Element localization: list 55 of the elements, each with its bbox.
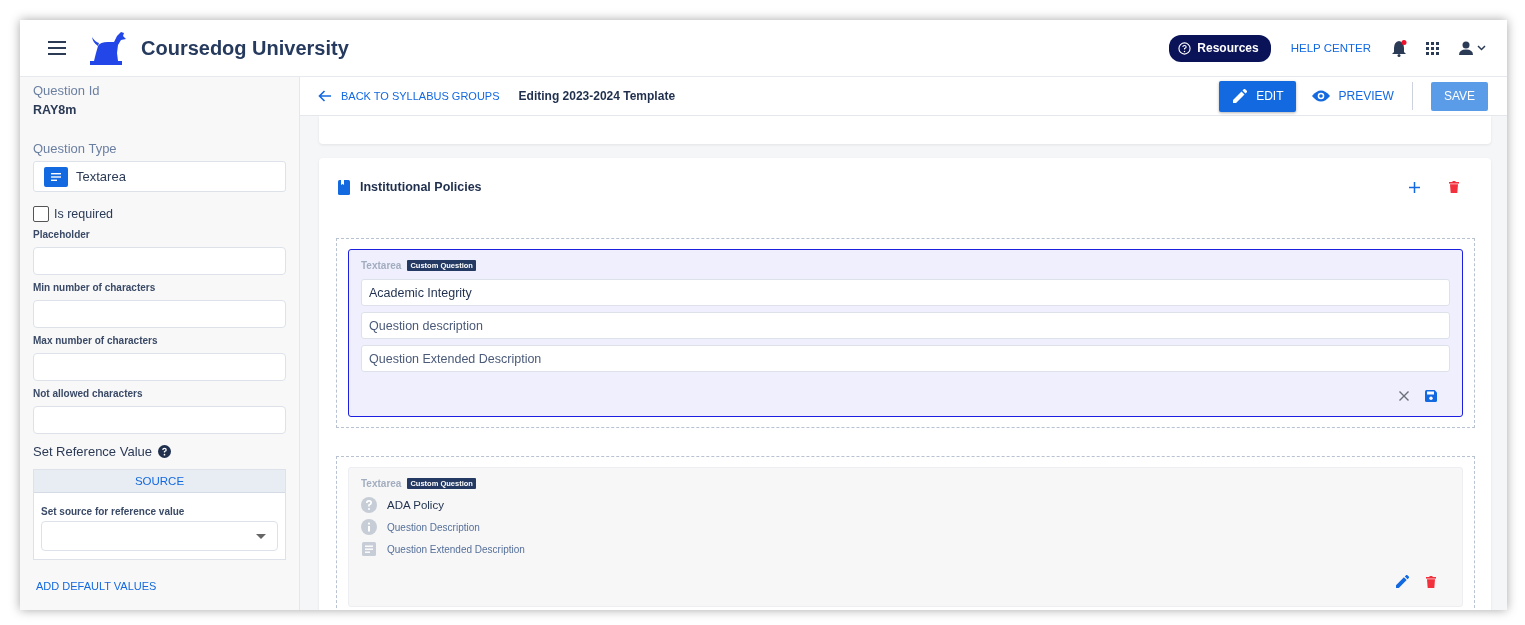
input-field[interactable]: Question Extended Description [361,345,1450,372]
resources-button[interactable]: Resources [1169,34,1271,62]
field-label: Question Type [33,141,118,156]
preview-button[interactable]: PREVIEW [1297,80,1406,112]
help-icon[interactable] [158,445,171,458]
field-label: Min number of characters [33,282,157,293]
input-field[interactable] [33,406,286,434]
book-icon [338,179,350,195]
question-mark-icon [361,497,377,513]
field-label: Set source for reference value [41,506,186,517]
required-checkbox[interactable] [33,206,49,222]
help-center-link[interactable]: HELP CENTER [1290,42,1371,54]
trash-icon[interactable] [1449,181,1459,193]
page-title: Editing 2023-2024 Template [518,89,676,103]
add-default-values-link[interactable]: ADD DEFAULT VALUES [36,580,286,592]
document-icon [361,541,377,557]
apps-grid-icon[interactable] [1426,41,1439,55]
user-menu-button[interactable] [1459,41,1487,55]
section-label: Set Reference Value [33,444,152,459]
input-field[interactable] [33,300,286,328]
pencil-icon [1233,89,1248,103]
text-lines-icon [44,166,68,187]
field-label: Question Id [33,83,101,98]
source-tab[interactable]: SOURCE [34,470,285,493]
app-title: Coursedog University [141,36,349,60]
add-icon[interactable] [1409,181,1420,193]
question-id: RAY8m [33,103,78,117]
menu-icon[interactable] [48,41,66,55]
question-type-select[interactable]: Textarea [33,161,286,192]
back-arrow-icon [318,90,332,102]
input-field[interactable] [33,353,286,381]
help-circle-icon [1178,41,1192,55]
question-title: ADA Policy [387,499,444,511]
question-description: Question Description [387,521,480,533]
field-label: Not allowed characters [33,388,144,399]
edit-button[interactable]: EDIT [1219,80,1296,112]
notification-bell-icon[interactable] [1391,39,1407,57]
input-field[interactable]: Academic Integrity [361,279,1450,306]
close-icon[interactable] [1399,391,1409,401]
question-type-label: Textarea [361,260,402,271]
question-type-label: Textarea [361,478,402,489]
back-link[interactable]: BACK TO SYLLABUS GROUPS [318,90,500,102]
section-title: Institutional Policies [360,180,482,194]
question-extended-description: Question Extended Description [387,543,525,555]
checkbox-label: Is required [54,207,114,221]
info-icon [361,519,377,535]
input-field[interactable]: Question description [361,312,1450,339]
eye-icon [1311,90,1330,102]
pencil-icon[interactable] [1396,575,1409,588]
field-label: Placeholder [33,229,91,240]
caret-icon [256,533,266,539]
input-field[interactable] [33,247,286,275]
field-label: Max number of characters [33,335,159,346]
trash-icon[interactable] [1426,575,1436,588]
save-button[interactable]: SAVE [1430,81,1488,111]
